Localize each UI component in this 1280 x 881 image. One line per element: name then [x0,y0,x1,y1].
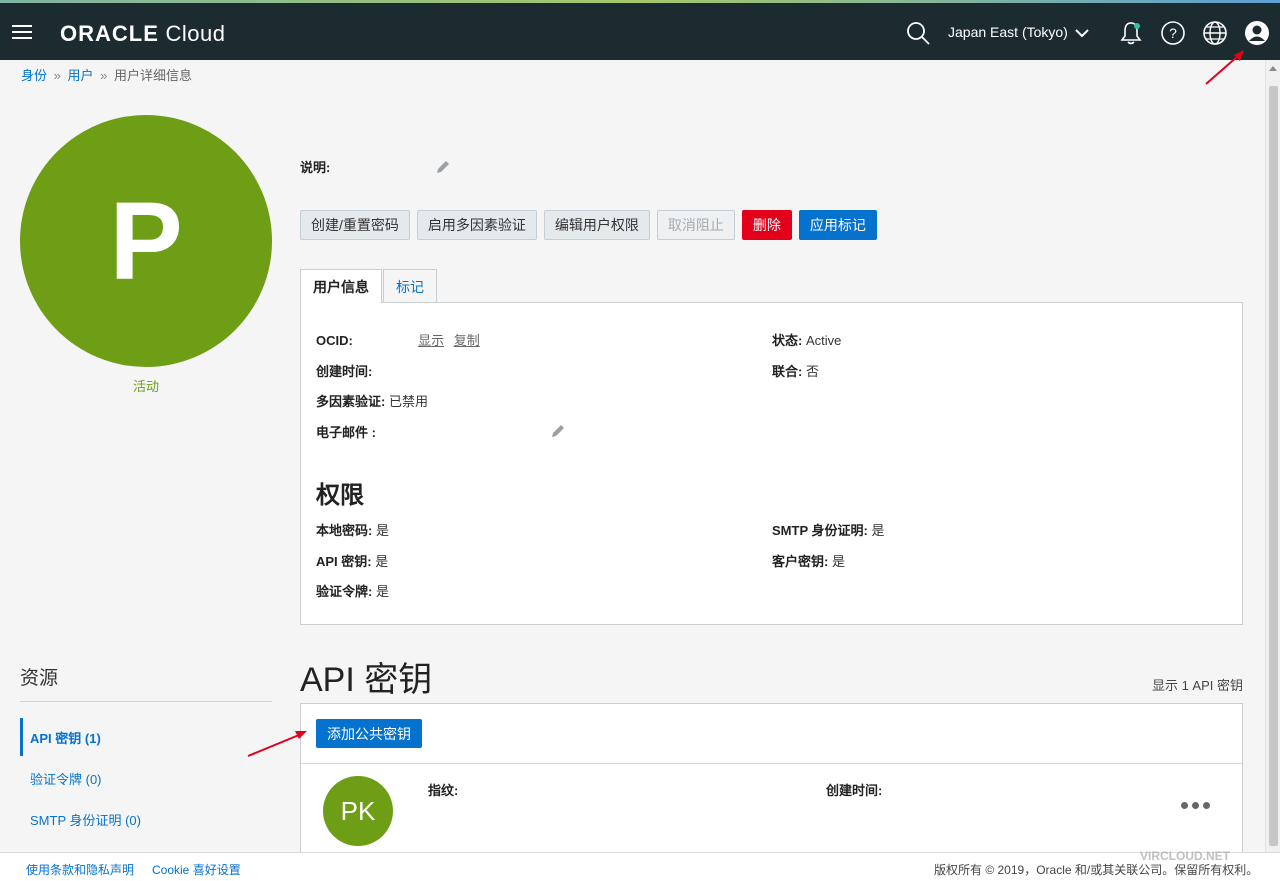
help-icon[interactable]: ? [1160,20,1186,46]
apply-tags-button[interactable]: 应用标记 [798,210,877,240]
user-status: 活动 [132,379,159,394]
auth-tokens-label: 验证令牌: [316,584,373,599]
description-label: 说明: [300,160,331,175]
smtp-field: SMTP 身份证明: 是 [772,520,884,539]
email-field: 电子邮件 : [316,422,376,441]
api-key-created-label: 创建时间: [826,783,883,798]
created-field: 创建时间: [316,361,372,380]
federated-field: 联合: 否 [772,361,819,380]
local-password-field: 本地密码: 是 [316,520,389,539]
local-password-value: 是 [375,523,389,538]
federated-label: 联合: [772,364,803,379]
breadcrumb: 身份 » 用户 » 用户详细信息 [21,65,192,84]
user-actions: 创建/重置密码 启用多因素验证 编辑用户权限 取消阻止 删除 应用标记 [300,210,877,240]
edit-capabilities-button[interactable]: 编辑用户权限 [543,210,650,240]
pencil-icon[interactable] [550,423,566,439]
hamburger-icon[interactable] [12,25,32,40]
oracle-cloud-logo[interactable]: ORACLE Cloud [60,21,226,47]
ocid-copy-link[interactable]: 复制 [454,333,480,348]
mfa-label: 多因素验证: [316,394,386,409]
page-footer: 使用条款和隐私声明 Cookie 喜好设置 版权所有 © 2019，Oracle… [0,852,1280,881]
resource-api-keys[interactable]: API 密钥 (1) [20,718,272,756]
api-keys-capability-value: 是 [375,554,389,569]
ocid-label: OCID: [316,333,353,348]
ocid-field: OCID: 显示 复制 [316,330,486,349]
profile-icon[interactable] [1244,20,1270,46]
region-selector[interactable]: Japan East (Tokyo) [948,24,1089,40]
copyright-text: 版权所有 © 2019，Oracle 和/或其关联公司。保留所有权利。 [934,863,1259,877]
auth-tokens-value: 是 [375,584,389,599]
local-password-label: 本地密码: [316,523,373,538]
top-navigation-bar: ORACLE Cloud Japan East (Tokyo) ? [0,3,1280,60]
scrollbar-thumb[interactable] [1269,86,1278,846]
fingerprint-label: 指纹: [428,783,459,798]
delete-button[interactable]: 删除 [741,210,792,240]
tab-user-info[interactable]: 用户信息 [300,269,382,303]
search-icon[interactable] [905,20,931,46]
more-icon[interactable] [1181,802,1210,809]
resources-title: 资源 [20,668,59,689]
scroll-up-icon[interactable] [1269,66,1277,71]
create-reset-password-button[interactable]: 创建/重置密码 [300,210,410,240]
enable-mfa-button[interactable]: 启用多因素验证 [416,210,537,240]
chevron-down-icon [1075,29,1089,38]
region-label: Japan East (Tokyo) [948,24,1068,40]
api-keys-toolbar: 添加公共密钥 [301,704,1242,764]
logo-product: Cloud [165,21,226,46]
status-value: Active [805,333,842,348]
api-keys-capability-field: API 密钥: 是 [316,551,388,570]
avatar-letter: P [109,179,183,303]
add-public-key-button[interactable]: 添加公共密钥 [316,719,422,748]
mfa-field: 多因素验证: 已禁用 [316,391,428,410]
user-info-panel: OCID: 显示 复制 创建时间: 多因素验证: 已禁用 电子邮件 : 状态: … [300,302,1243,625]
api-keys-count: 显示 1 API 密钥 [1151,678,1243,693]
created-label: 创建时间: [316,364,373,379]
status-label: 状态: [772,333,803,348]
unblock-button[interactable]: 取消阻止 [656,210,735,240]
api-keys-capability-label: API 密钥: [316,554,372,569]
breadcrumb-separator: » [53,68,61,83]
cookie-preferences-link[interactable]: Cookie 喜好设置 [152,861,241,878]
api-key-avatar: PK [323,776,393,846]
auth-tokens-field: 验证令牌: 是 [316,581,389,600]
smtp-label: SMTP 身份证明: [772,523,868,538]
pencil-icon[interactable] [435,159,451,175]
bell-icon[interactable] [1118,20,1144,46]
api-keys-panel: 添加公共密钥 PK 指纹: 创建时间: [300,703,1243,863]
resources-divider [20,701,272,702]
customer-secret-field: 客户密钥: 是 [772,551,845,570]
terms-link[interactable]: 使用条款和隐私声明 [26,861,134,878]
logo-brand: ORACLE [60,21,159,46]
breadcrumb-users[interactable]: 用户 [68,68,94,83]
federated-value: 否 [805,364,819,379]
tab-tags[interactable]: 标记 [383,269,437,303]
breadcrumb-identity[interactable]: 身份 [21,68,47,83]
vertical-scrollbar[interactable] [1265,60,1280,852]
ocid-show-link[interactable]: 显示 [418,333,444,348]
tab-bar: 用户信息 标记 [300,269,438,303]
api-keys-title: API 密钥 [300,661,433,699]
resource-smtp-credentials[interactable]: SMTP 身份证明 (0) [20,800,272,838]
capabilities-title: 权限 [316,482,364,509]
customer-secret-label: 客户密钥: [772,554,829,569]
svg-text:?: ? [1169,25,1177,41]
mfa-value: 已禁用 [388,394,428,409]
breadcrumb-separator: » [100,68,108,83]
globe-icon[interactable] [1202,20,1228,46]
email-label: 电子邮件 : [316,425,376,440]
breadcrumb-current: 用户详细信息 [114,68,193,83]
customer-secret-value: 是 [831,554,845,569]
smtp-value: 是 [871,523,885,538]
status-field: 状态: Active [772,330,841,349]
watermark: VIRCLOUD.NET [1140,849,1230,863]
resource-auth-tokens[interactable]: 验证令牌 (0) [20,759,272,797]
user-avatar: P [20,115,272,367]
